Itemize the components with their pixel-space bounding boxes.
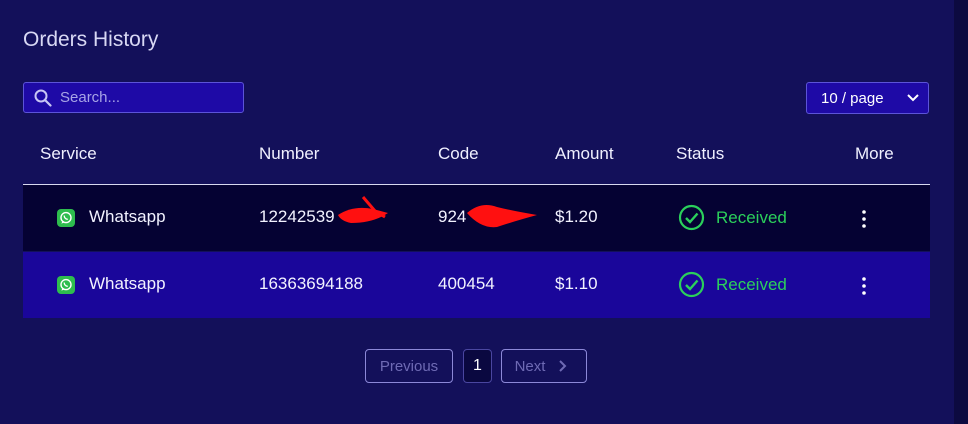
col-amount[interactable]: Amount (555, 144, 614, 164)
col-code[interactable]: Code (438, 144, 479, 164)
page-number-label: 1 (473, 357, 482, 374)
status-text: Received (716, 274, 787, 294)
col-more: More (855, 144, 894, 163)
scrollbar[interactable] (954, 0, 968, 424)
page-title: Orders History (23, 28, 159, 51)
previous-button[interactable]: Previous (365, 349, 453, 383)
service-name: Whatsapp (89, 207, 166, 226)
amount-value: $1.10 (555, 274, 598, 293)
table-row[interactable]: Whatsapp 16363694188 400454 $1.10 Receiv… (23, 252, 930, 318)
check-circle-icon (678, 271, 705, 298)
next-label: Next (514, 357, 546, 375)
status-text: Received (716, 207, 787, 227)
whatsapp-icon (57, 276, 75, 294)
previous-label: Previous (379, 357, 439, 375)
check-circle-icon (678, 204, 705, 231)
page-size-value: 10 / page (821, 89, 884, 107)
amount-value: $1.20 (555, 207, 598, 226)
order-number: 16363694188 (259, 274, 364, 293)
table-header: Service Number Code Amount Status More (23, 136, 930, 185)
more-vertical-icon[interactable] (856, 274, 872, 298)
status-badge: Received (678, 271, 787, 298)
whatsapp-icon (57, 209, 75, 227)
redaction-scribble (467, 205, 537, 228)
page-size-select[interactable]: 10 / page (806, 82, 929, 114)
redaction-scribble (338, 196, 388, 223)
more-vertical-icon[interactable] (856, 207, 872, 231)
service-name: Whatsapp (89, 274, 166, 293)
search-box[interactable] (23, 82, 244, 113)
order-number: 12242539 (259, 207, 335, 226)
table-row[interactable]: Whatsapp 12242539 924 $1.20 Received (23, 185, 930, 251)
col-number[interactable]: Number (259, 144, 319, 164)
search-icon (34, 89, 52, 107)
chevron-down-icon (907, 94, 919, 102)
next-button[interactable]: Next (501, 349, 587, 383)
status-badge: Received (678, 204, 787, 231)
code-value: 400454 (438, 274, 495, 293)
chevron-right-icon (559, 360, 567, 372)
col-service[interactable]: Service (40, 144, 97, 164)
search-input[interactable] (58, 88, 232, 107)
col-status[interactable]: Status (676, 144, 724, 164)
page-number-button[interactable]: 1 (463, 349, 492, 383)
